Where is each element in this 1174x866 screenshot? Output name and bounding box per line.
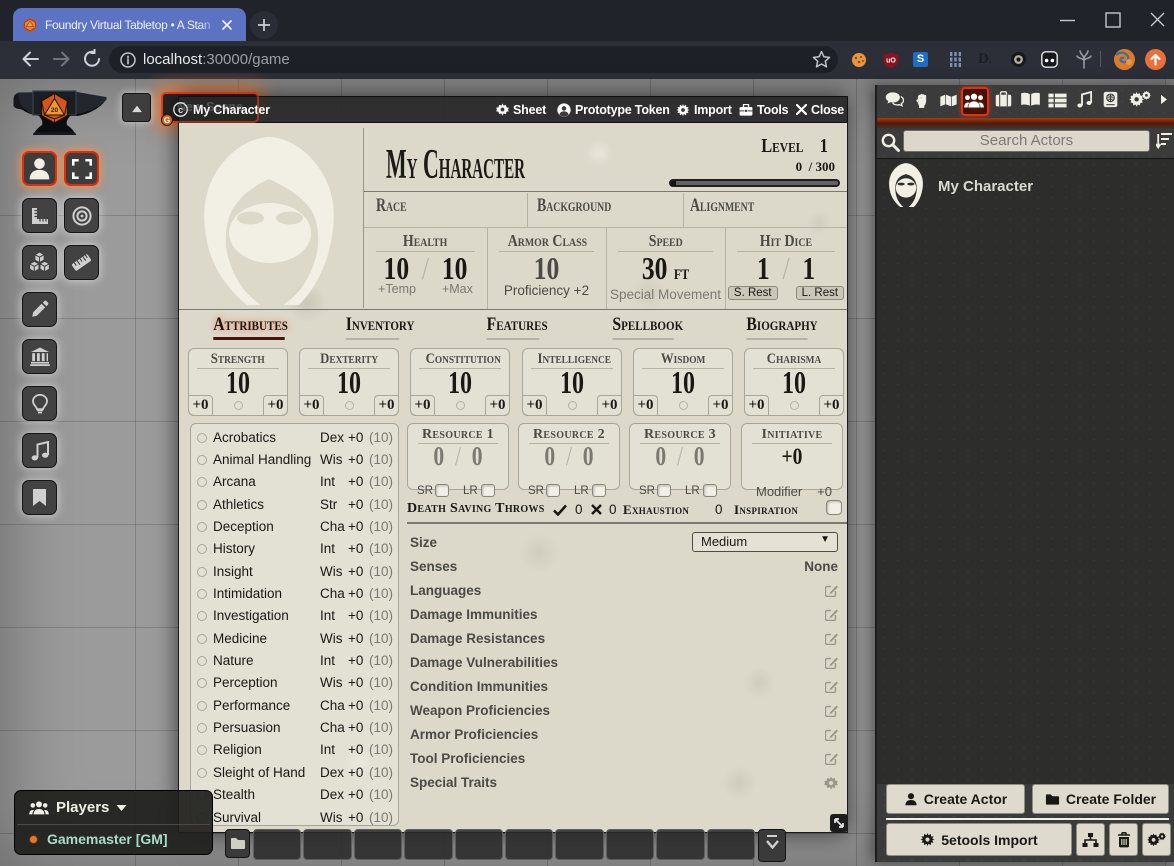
svg-text:c: c	[178, 105, 183, 115]
svg-text:uO: uO	[886, 58, 896, 65]
svg-text:20: 20	[51, 107, 59, 114]
